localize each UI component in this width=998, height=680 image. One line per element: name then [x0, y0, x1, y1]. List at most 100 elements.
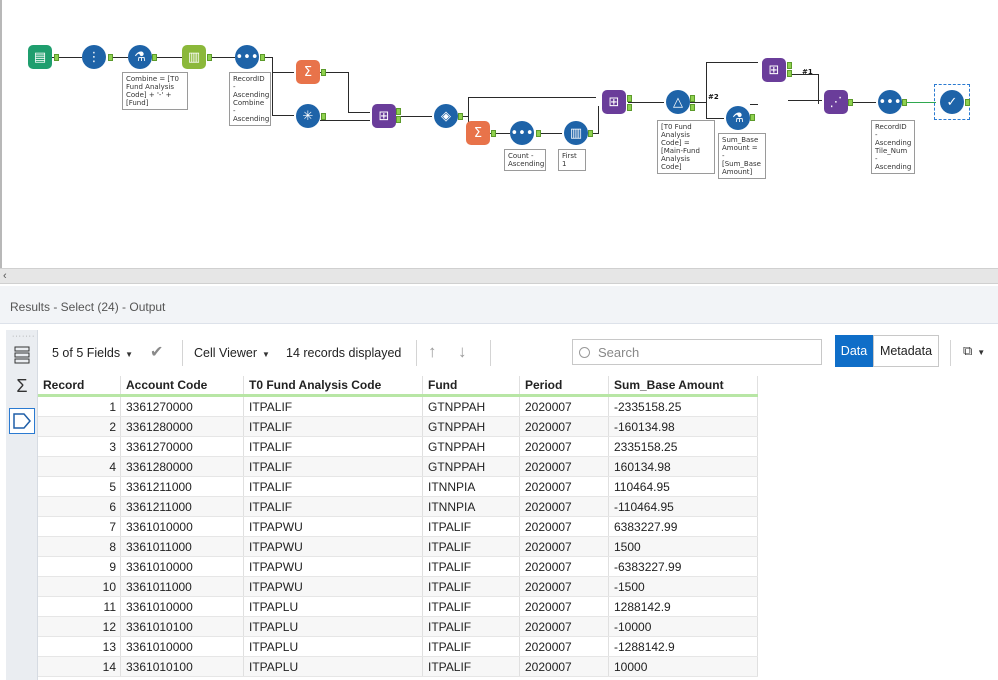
column-header-account-code[interactable]: Account Code: [120, 376, 244, 397]
sum-base-amount-cell[interactable]: -6383227.99: [608, 556, 758, 577]
table-row[interactable]: 8 3361011000 ITPAPWU ITPALIF 2020007 1500: [38, 536, 758, 557]
sum-base-amount-cell[interactable]: -10000: [608, 616, 758, 637]
output-anchor[interactable]: [321, 69, 326, 76]
sum-base-amount-cell[interactable]: -1288142.9: [608, 636, 758, 657]
chevron-left-icon[interactable]: ‹: [3, 269, 7, 283]
table-row[interactable]: 3 3361270000 ITPALIF GTNPPAH 2020007 2335158.…: [38, 436, 758, 457]
period-cell[interactable]: 2020007: [519, 516, 609, 537]
column-header-fund[interactable]: Fund: [422, 376, 520, 397]
fund-cell[interactable]: ITPALIF: [422, 576, 520, 597]
table-row[interactable]: 6 3361211000 ITPALIF ITNNPIA 2020007 -110464.…: [38, 496, 758, 517]
sum-base-amount-cell[interactable]: -2335158.25: [608, 395, 758, 417]
output-anchor[interactable]: [902, 99, 907, 106]
period-cell[interactable]: 2020007: [519, 456, 609, 477]
table-row[interactable]: 2 3361280000 ITPALIF GTNPPAH 2020007 -160134.…: [38, 416, 758, 437]
record-cell[interactable]: 5: [38, 476, 121, 497]
table-row[interactable]: 11 3361010000 ITPAPLU ITPALIF 2020007 1288142…: [38, 596, 758, 617]
summarize-tool-2[interactable]: Σ: [466, 121, 490, 145]
output-anchor[interactable]: [260, 54, 265, 61]
table-row[interactable]: 12 3361010100 ITPAPLU ITPALIF 2020007 -10000: [38, 616, 758, 637]
table-row[interactable]: 5 3361211000 ITPALIF ITNNPIA 2020007 110464.9…: [38, 476, 758, 497]
account-code-cell[interactable]: 3361211000: [120, 476, 244, 497]
canvas-horizontal-scrollbar[interactable]: ‹: [0, 268, 998, 284]
copy-options-button[interactable]: ⧉ ▼: [963, 343, 985, 359]
account-code-cell[interactable]: 3361010000: [120, 596, 244, 617]
record-cell[interactable]: 9: [38, 556, 121, 577]
sort-tool-2[interactable]: •••: [510, 121, 534, 145]
period-cell[interactable]: 2020007: [519, 636, 609, 657]
fund-cell[interactable]: ITPALIF: [422, 636, 520, 657]
output-anchor[interactable]: [321, 113, 326, 120]
fund-cell[interactable]: ITPALIF: [422, 536, 520, 557]
record-cell[interactable]: 7: [38, 516, 121, 537]
column-header-period[interactable]: Period: [519, 376, 609, 397]
multi-row-tool[interactable]: ✳: [296, 104, 320, 128]
tile-tool[interactable]: ⋰: [824, 90, 848, 114]
output-anchor[interactable]: [690, 104, 695, 111]
fund-cell[interactable]: ITPALIF: [422, 596, 520, 617]
fund-cell[interactable]: ITNNPIA: [422, 476, 520, 497]
account-code-cell[interactable]: 3361011000: [120, 536, 244, 557]
union-tool[interactable]: ⊞: [762, 58, 786, 82]
output-anchor[interactable]: [491, 130, 496, 137]
formula-tool-2[interactable]: ⚗: [726, 106, 750, 130]
period-cell[interactable]: 2020007: [519, 395, 609, 417]
output-anchor[interactable]: [787, 62, 792, 69]
table-row[interactable]: 7 3361010000 ITPAPWU ITPALIF 2020007 6383227.…: [38, 516, 758, 537]
fund-analysis-code-cell[interactable]: ITPALIF: [243, 496, 423, 517]
formula-tool[interactable]: ⚗: [128, 45, 152, 69]
table-row[interactable]: 9 3361010000 ITPAPWU ITPALIF 2020007 -6383227…: [38, 556, 758, 577]
account-code-cell[interactable]: 3361010000: [120, 556, 244, 577]
text-to-columns-tool[interactable]: ▥: [182, 45, 206, 69]
output-anchor[interactable]: [536, 130, 541, 137]
input-data-tool[interactable]: ▤: [28, 45, 52, 69]
arrow-up-icon[interactable]: ↑: [428, 342, 437, 362]
period-cell[interactable]: 2020007: [519, 556, 609, 577]
output-anchor[interactable]: [207, 54, 212, 61]
period-cell[interactable]: 2020007: [519, 596, 609, 617]
workflow-canvas[interactable]: ▤ ⋮ ⚗ ▥ ••• Σ ✳ ⊞ ◈ Σ ••• ▥ ⊞ △ ⚗ ⊞ ⋰ ••…: [0, 0, 998, 268]
sort-tool-3[interactable]: •••: [878, 90, 902, 114]
fund-cell[interactable]: GTNPPAH: [422, 436, 520, 457]
fields-dropdown[interactable]: 5 of 5 Fields ▼: [52, 346, 133, 360]
fund-analysis-code-cell[interactable]: ITPAPWU: [243, 556, 423, 577]
account-code-cell[interactable]: 3361280000: [120, 456, 244, 477]
record-cell[interactable]: 2: [38, 416, 121, 437]
column-header-sum-base-amount[interactable]: Sum_Base Amount: [608, 376, 758, 397]
fund-analysis-code-cell[interactable]: ITPAPLU: [243, 656, 423, 677]
fund-analysis-code-cell[interactable]: ITPAPLU: [243, 616, 423, 637]
record-cell[interactable]: 13: [38, 636, 121, 657]
search-input[interactable]: Search: [572, 339, 822, 365]
sum-base-amount-cell[interactable]: 110464.95: [608, 476, 758, 497]
output-anchor[interactable]: [690, 95, 695, 102]
fund-analysis-code-cell[interactable]: ITPALIF: [243, 416, 423, 437]
sum-base-amount-cell[interactable]: -110464.95: [608, 496, 758, 517]
record-cell[interactable]: 8: [38, 536, 121, 557]
period-cell[interactable]: 2020007: [519, 436, 609, 457]
period-cell[interactable]: 2020007: [519, 536, 609, 557]
output-anchor[interactable]: [627, 95, 632, 102]
fund-analysis-code-cell[interactable]: ITPALIF: [243, 476, 423, 497]
cell-viewer-dropdown[interactable]: Cell Viewer ▼: [194, 346, 270, 360]
sum-base-amount-cell[interactable]: -160134.98: [608, 416, 758, 437]
table-row[interactable]: 10 3361011000 ITPAPWU ITPALIF 2020007 -1500: [38, 576, 758, 597]
period-cell[interactable]: 2020007: [519, 656, 609, 677]
column-header-fund-analysis-code[interactable]: T0 Fund Analysis Code: [243, 376, 423, 397]
sum-base-amount-cell[interactable]: 10000: [608, 656, 758, 677]
output-anchor[interactable]: [588, 130, 593, 137]
sort-tool[interactable]: •••: [235, 45, 259, 69]
apply-check-icon[interactable]: ✔: [150, 342, 163, 362]
summarize-tool[interactable]: Σ: [296, 60, 320, 84]
account-code-cell[interactable]: 3361270000: [120, 395, 244, 417]
account-code-cell[interactable]: 3361010000: [120, 516, 244, 537]
fund-cell[interactable]: GTNPPAH: [422, 395, 520, 417]
table-row[interactable]: 13 3361010000 ITPAPLU ITPALIF 2020007 -128814…: [38, 636, 758, 657]
record-cell[interactable]: 12: [38, 616, 121, 637]
output-anchor[interactable]: [108, 54, 113, 61]
sum-base-amount-cell[interactable]: 1288142.9: [608, 596, 758, 617]
sum-base-amount-cell[interactable]: 6383227.99: [608, 516, 758, 537]
output-anchor[interactable]: [54, 54, 59, 61]
account-code-cell[interactable]: 3361280000: [120, 416, 244, 437]
fund-cell[interactable]: ITPALIF: [422, 656, 520, 677]
output-anchor[interactable]: [152, 54, 157, 61]
